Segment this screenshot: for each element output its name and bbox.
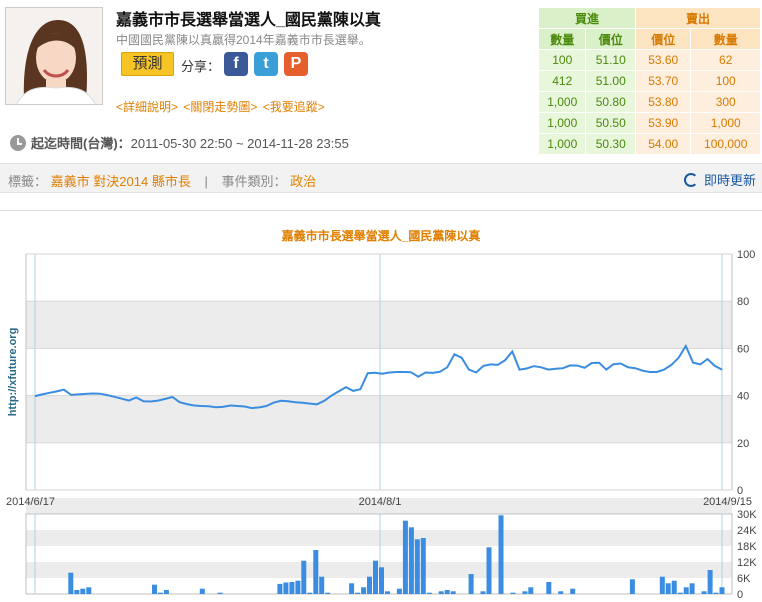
- volume-bar: [480, 591, 486, 594]
- volume-bar: [522, 591, 528, 594]
- volume-bar: [486, 547, 492, 594]
- volume-bar: [570, 588, 576, 594]
- volume-bar: [665, 583, 671, 594]
- volume-bar: [283, 582, 289, 594]
- volume-bar: [319, 576, 325, 594]
- volume-bar: [289, 582, 295, 594]
- volume-bar: [510, 592, 516, 594]
- volume-bar: [86, 587, 92, 594]
- chart-watermark: http://xfuture.org: [7, 328, 19, 417]
- volume-bar: [152, 584, 157, 594]
- volume-bar: [301, 560, 307, 594]
- volume-tick-label: 0: [737, 589, 743, 601]
- volume-bar: [402, 520, 408, 594]
- chart-title: 嘉義市市長選舉當選人_國民黨陳以真: [281, 228, 481, 243]
- volume-bar: [74, 590, 80, 594]
- volume-bar: [719, 587, 725, 594]
- price-grid-band: [26, 301, 732, 349]
- volume-tick-label: 12K: [737, 557, 757, 569]
- volume-bar: [450, 591, 456, 594]
- volume-bar: [408, 527, 414, 594]
- volume-bar: [707, 570, 713, 594]
- volume-bar: [498, 515, 504, 594]
- volume-bar: [528, 587, 534, 594]
- price-tick-label: 60: [737, 343, 749, 355]
- volume-bar: [373, 560, 378, 594]
- volume-bar: [325, 592, 331, 594]
- volume-bar: [558, 591, 564, 594]
- volume-bar: [444, 590, 450, 594]
- volume-bar: [379, 567, 384, 594]
- volume-bar: [546, 582, 552, 594]
- volume-bar: [701, 591, 707, 594]
- volume-bar: [671, 580, 677, 594]
- volume-bar: [68, 572, 74, 594]
- volume-bar: [349, 583, 355, 594]
- volume-bar: [199, 588, 205, 594]
- price-tick-label: 80: [737, 296, 749, 308]
- volume-bar: [659, 576, 665, 594]
- volume-bar: [689, 583, 695, 594]
- volume-bar: [629, 579, 635, 594]
- volume-tick-label: 6K: [737, 573, 751, 585]
- volume-bar: [713, 592, 719, 594]
- price-tick-label: 20: [737, 438, 749, 450]
- volume-bar: [163, 590, 169, 594]
- volume-tick-label: 30K: [737, 509, 757, 521]
- volume-bar: [217, 592, 223, 594]
- volume-bar: [80, 588, 86, 594]
- price-chart: 嘉義市市長選舉當選人_國民黨陳以真 http://xfuture.org 0 20 40…: [6, 228, 757, 601]
- volume-tick-label: 24K: [737, 525, 757, 537]
- volume-tick-label: 18K: [737, 541, 757, 553]
- market-page: 嘉義市市長選舉當選人_國民黨陳以真 中國國民黨陳以真贏得2014年嘉義市市長選舉…: [0, 0, 762, 602]
- x-tick-label: 2014/9/15: [703, 496, 752, 508]
- price-tick-label: 40: [737, 391, 749, 403]
- volume-bar: [307, 592, 313, 594]
- price-tick-label: 100: [737, 249, 755, 261]
- volume-bar: [468, 574, 474, 594]
- volume-grid-band: [26, 530, 732, 546]
- volume-bar: [426, 592, 432, 594]
- volume-bar: [414, 539, 420, 594]
- volume-bar: [313, 550, 319, 594]
- volume-bar: [158, 592, 163, 594]
- price-panel-frame: [25, 253, 733, 491]
- volume-bar: [438, 591, 444, 594]
- volume-bar: [295, 580, 301, 594]
- volume-bar: [396, 588, 402, 594]
- volume-bar: [683, 587, 689, 594]
- x-tick-label: 2014/8/1: [359, 496, 402, 508]
- price-grid-band: [26, 395, 732, 443]
- volume-bar: [361, 587, 367, 594]
- volume-bar: [677, 592, 683, 594]
- x-tick-label: 2014/6/17: [6, 496, 55, 508]
- volume-bar: [420, 538, 426, 594]
- volume-bar: [277, 583, 283, 594]
- volume-bar: [355, 592, 361, 594]
- volume-bar: [367, 576, 372, 594]
- volume-bar: [385, 591, 390, 594]
